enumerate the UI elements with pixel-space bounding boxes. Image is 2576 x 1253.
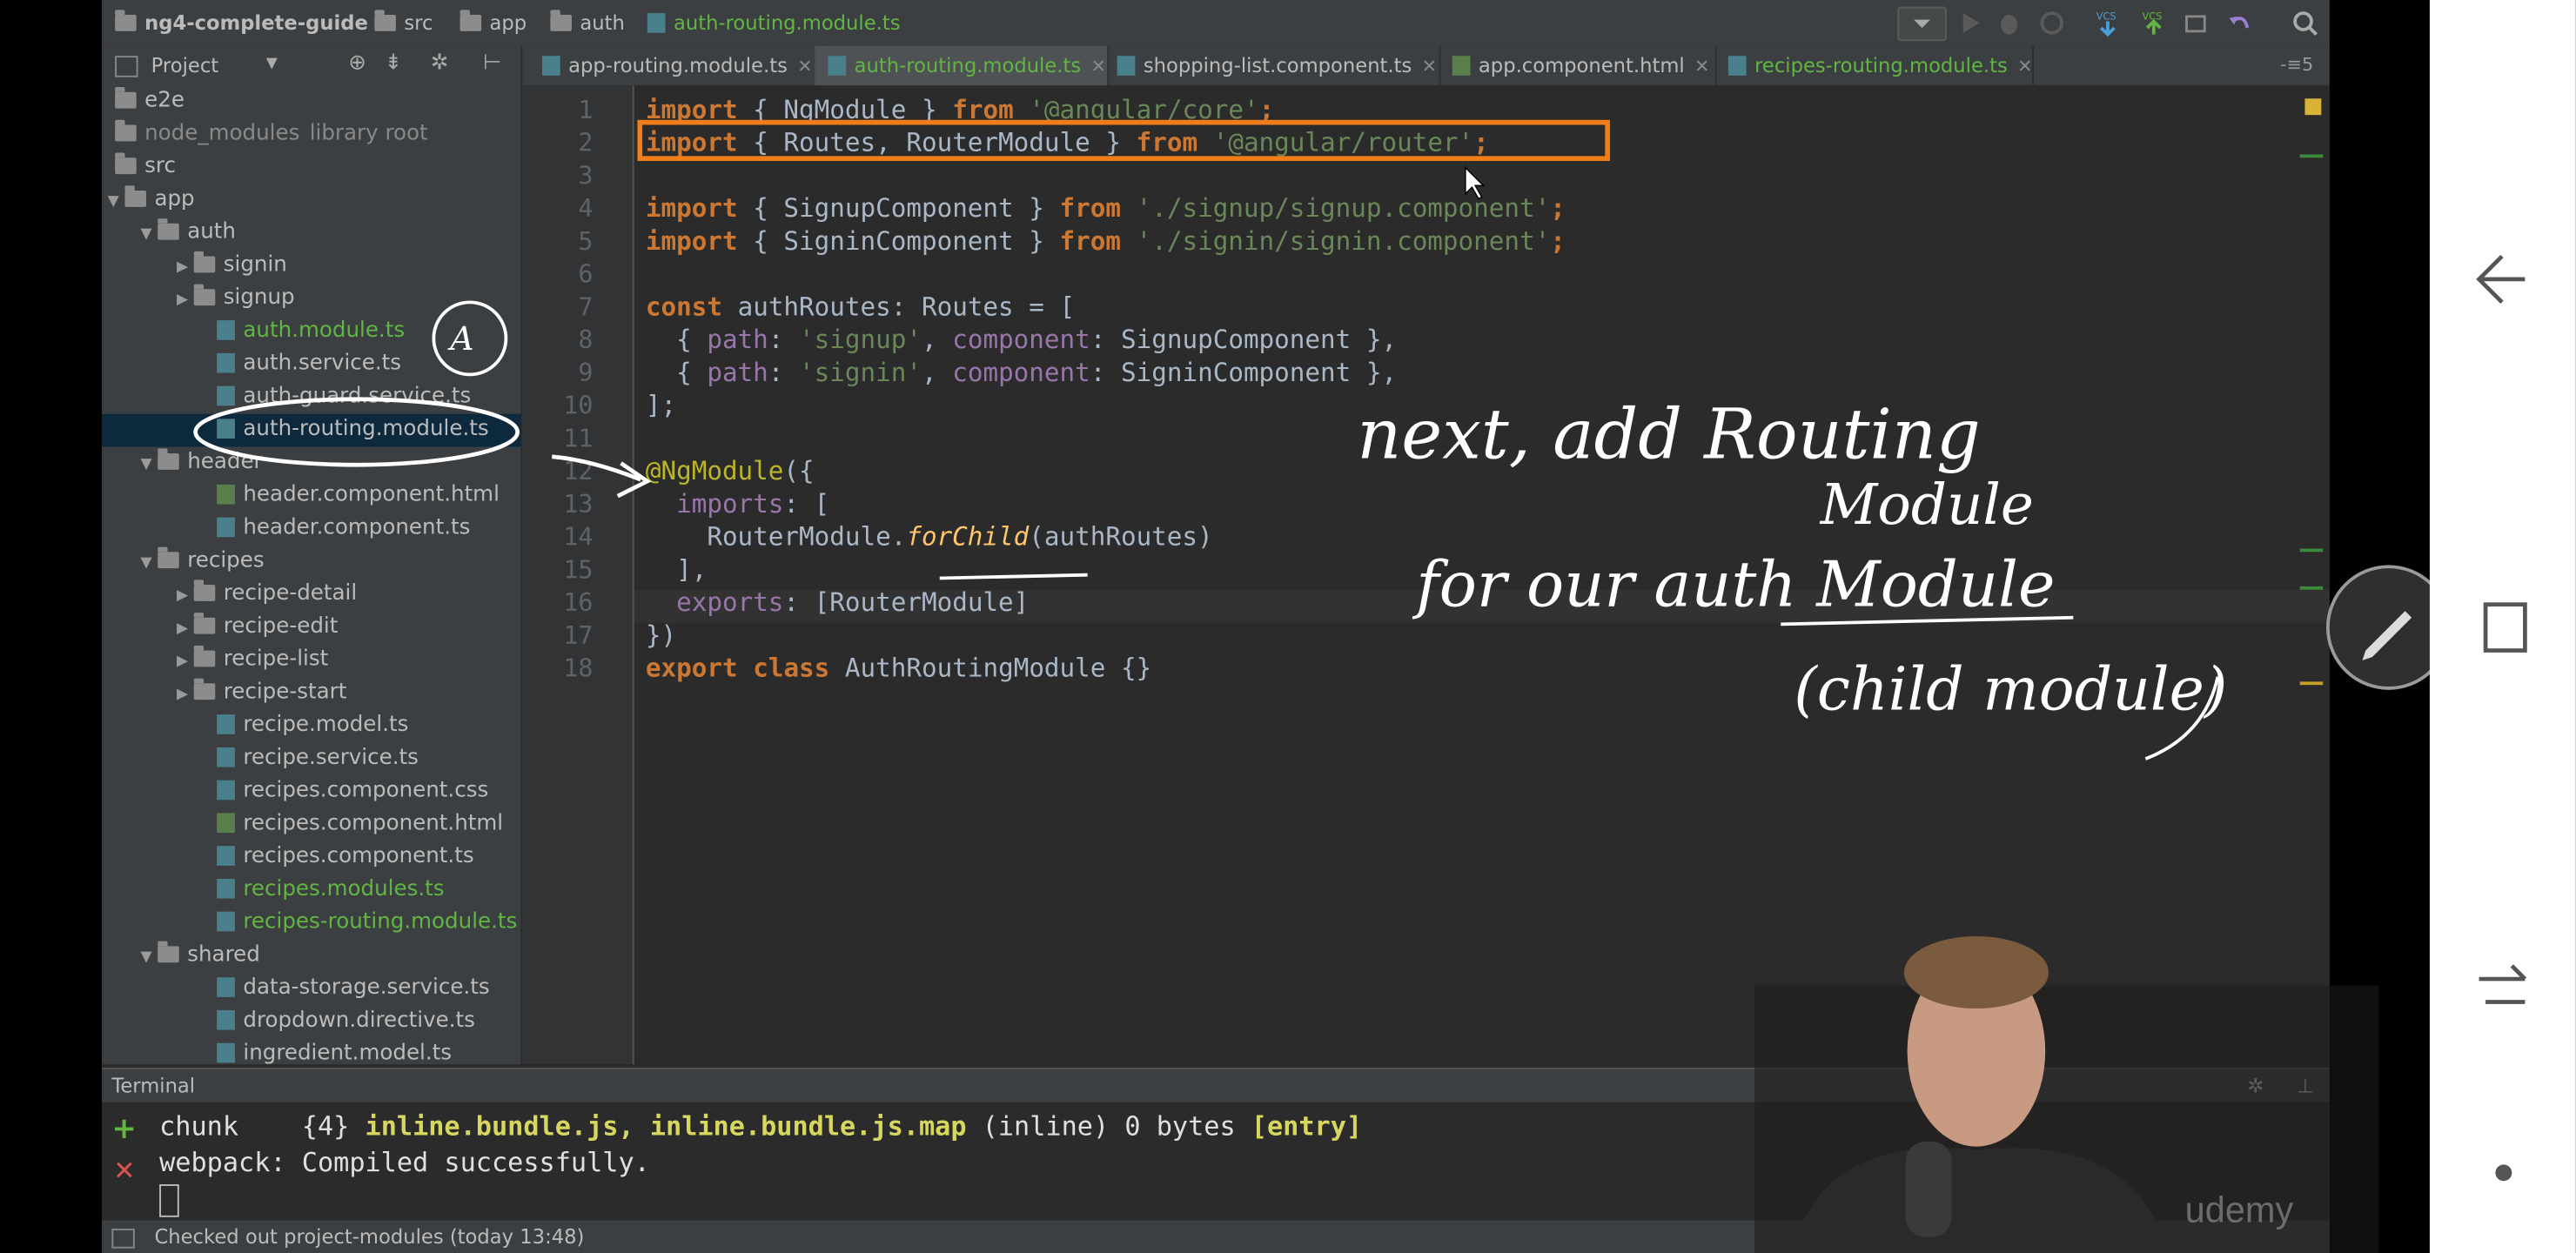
screen: ng4-complete-guide src app auth auth-rou… [0, 0, 2576, 1253]
overlay-layer [193, 165, 2379, 1253]
android-nav-bar [2429, 0, 2576, 1253]
handwritten-note-line-1: next, add Routing [1357, 394, 1981, 475]
watermark: udemy [2184, 1189, 2294, 1230]
android-home-icon[interactable] [2495, 1164, 2512, 1182]
android-recents-icon[interactable] [2483, 602, 2527, 653]
handwritten-note-line-2: Module [1820, 472, 2034, 539]
android-back-icon[interactable] [2476, 254, 2526, 305]
handwritten-note-line-3: for our auth Module [1416, 548, 2056, 621]
android-rotate-icon[interactable] [2479, 964, 2527, 1004]
mouse-cursor-icon [1465, 165, 1486, 200]
handwritten-note-line-4: (child module) [1794, 657, 2228, 725]
annotation-letter: A [450, 318, 474, 358]
